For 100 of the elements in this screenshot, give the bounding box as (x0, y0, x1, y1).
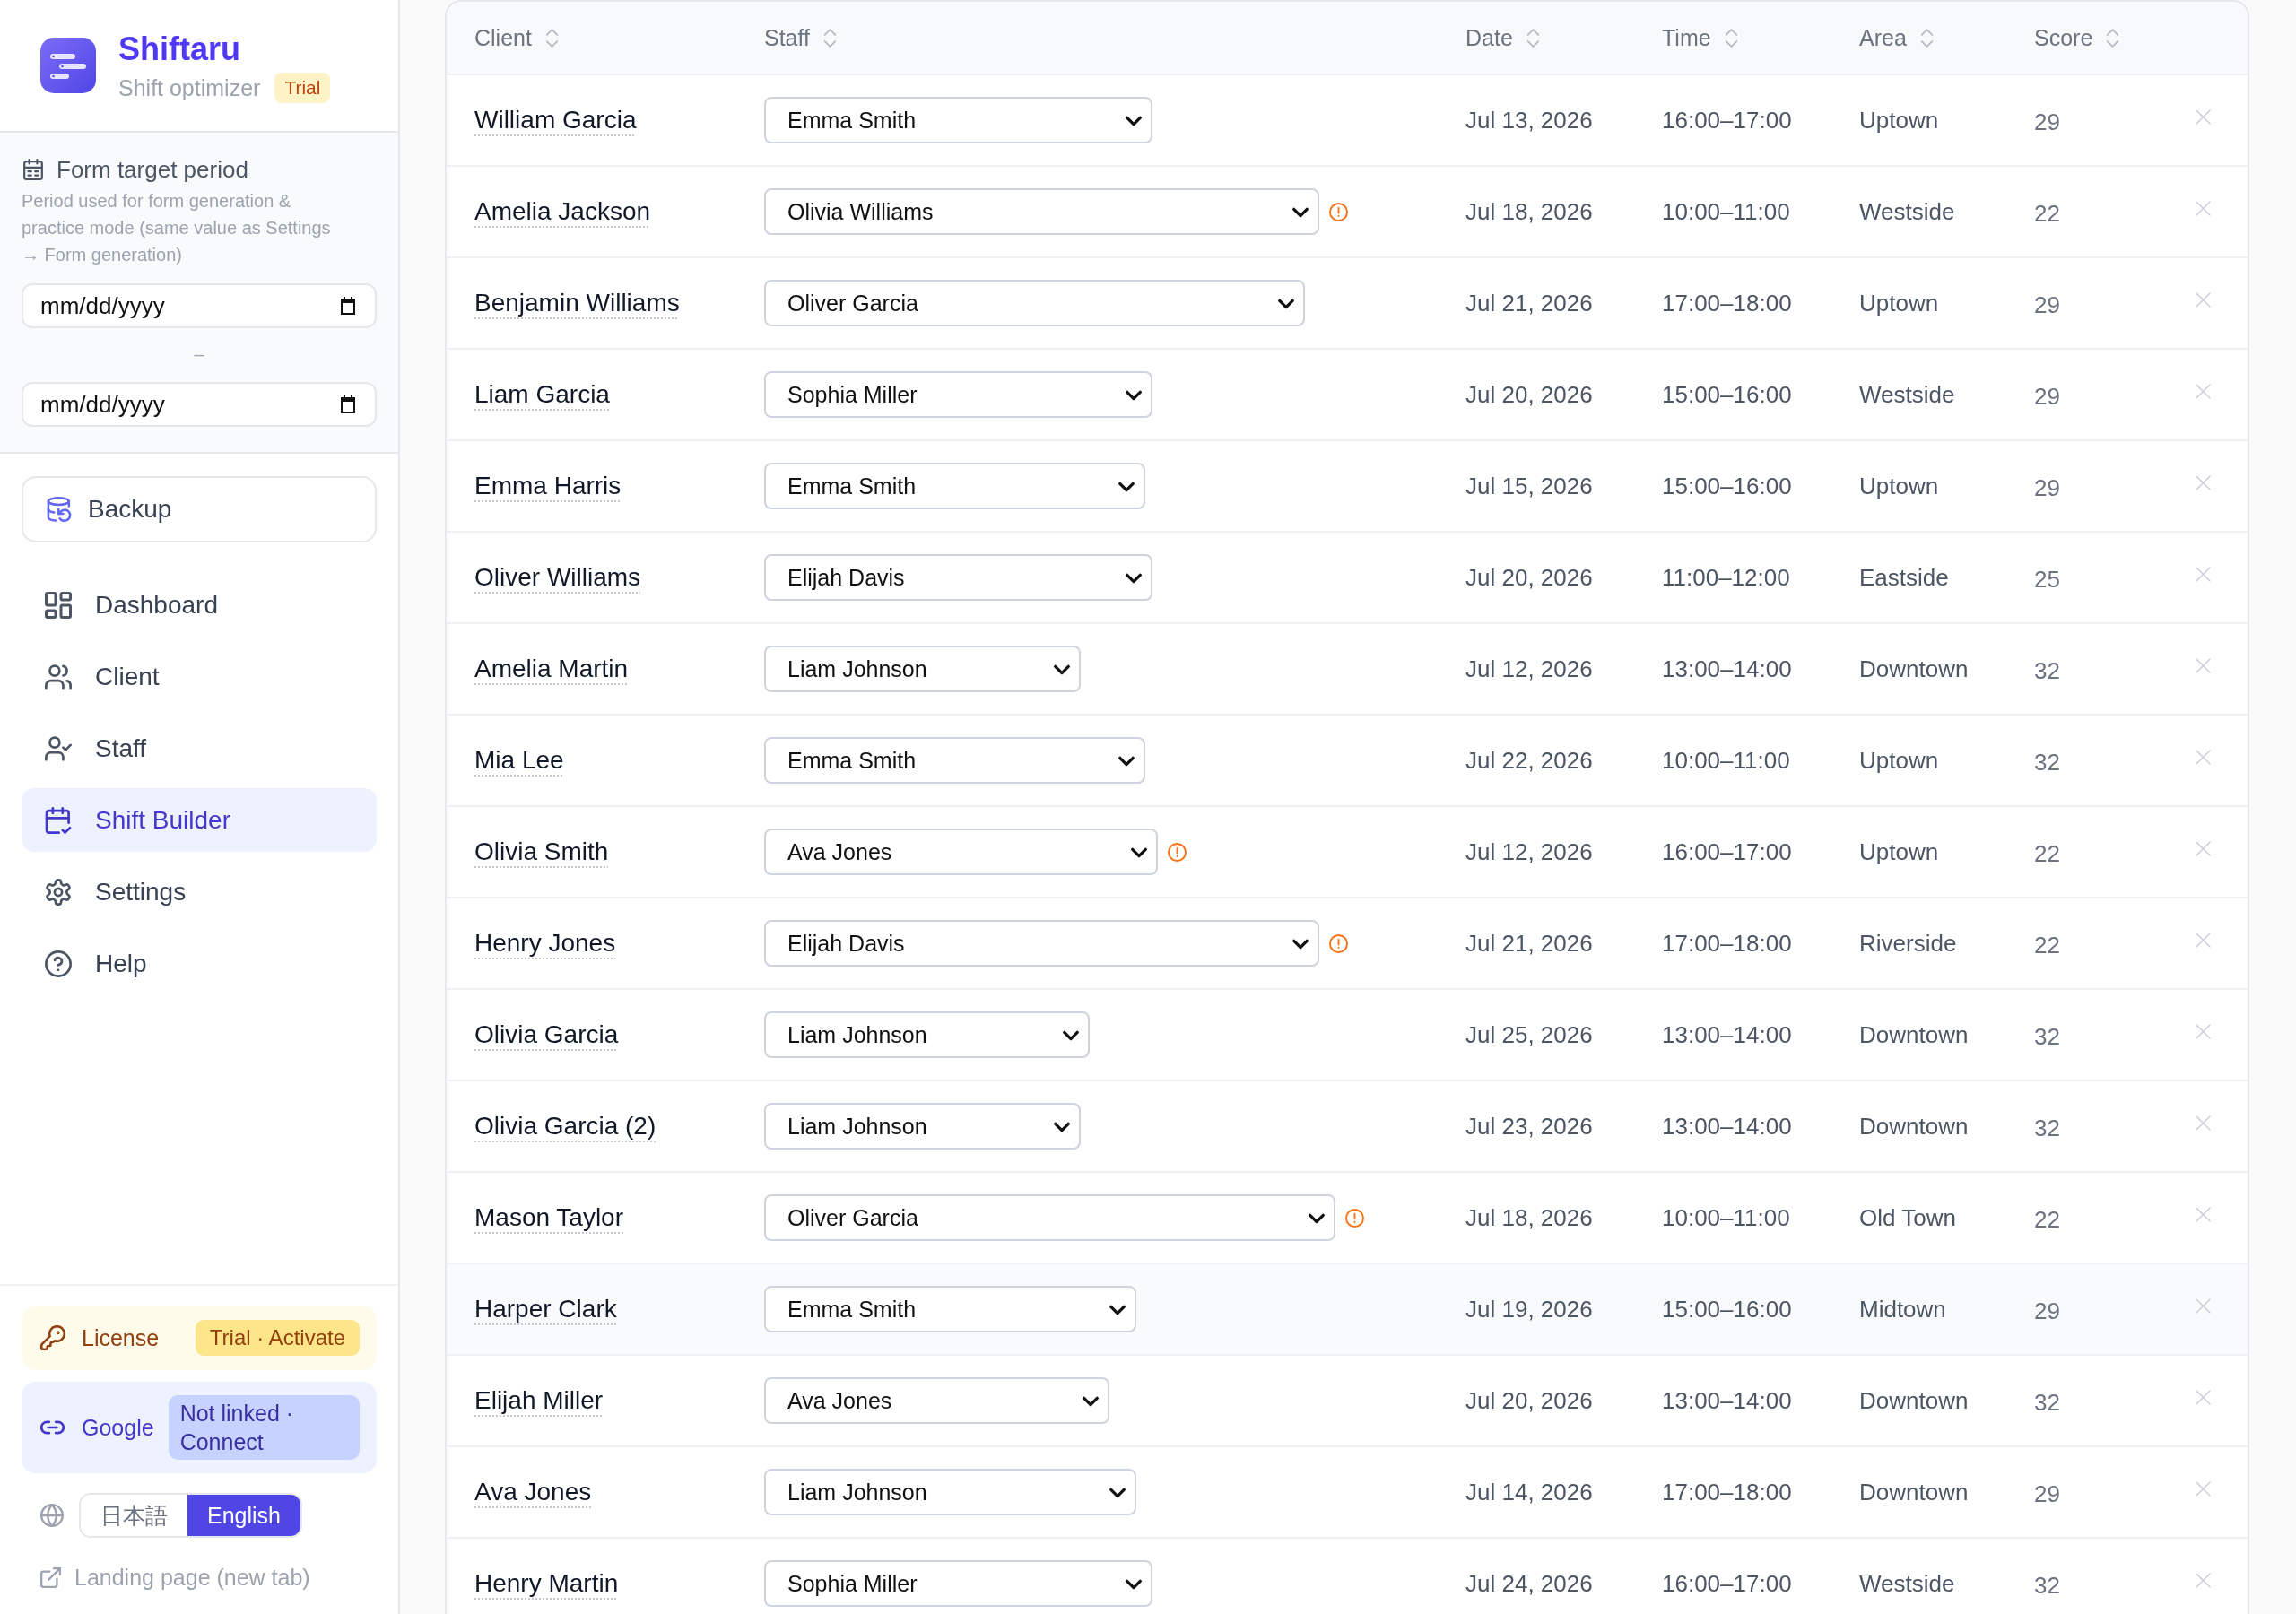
calendar-icon[interactable] (339, 297, 357, 315)
chevron-down-icon (1292, 937, 1309, 950)
close-icon[interactable] (2195, 108, 2211, 125)
staff-dropdown[interactable]: Emma Smith (764, 737, 1145, 784)
score-value: 29 (2034, 107, 2060, 137)
date-input[interactable]: mm/dd/yyyy (22, 283, 377, 328)
staff-dropdown[interactable]: Emma Smith (764, 1286, 1136, 1332)
shift-time: 16:00–17:00 (1662, 837, 1792, 867)
nav-item[interactable]: Shift Builder (22, 788, 377, 852)
shift-date: Jul 18, 2026 (1465, 1203, 1593, 1233)
staff-dropdown[interactable]: Elijah Davis (764, 920, 1319, 967)
client-name: Mason Taylor (474, 1202, 623, 1233)
score-value: 32 (2034, 1021, 2060, 1052)
close-icon[interactable] (2195, 200, 2211, 216)
staff-dropdown[interactable]: Emma Smith (764, 463, 1145, 509)
staff-dropdown[interactable]: Liam Johnson (764, 1011, 1090, 1058)
close-icon[interactable] (2195, 932, 2211, 948)
chevron-down-icon (1292, 205, 1309, 218)
staff-dropdown[interactable]: Liam Johnson (764, 1469, 1136, 1515)
app-tagline: Shift optimizer (118, 74, 261, 102)
chevron-down-icon (1118, 480, 1135, 492)
chevron-down-icon (1053, 1120, 1071, 1132)
score-value: 32 (2034, 1570, 2060, 1601)
close-icon[interactable] (2195, 657, 2211, 673)
close-icon[interactable] (2195, 840, 2211, 856)
app-logo (40, 38, 96, 93)
close-icon[interactable] (2195, 1206, 2211, 1222)
chevron-down-icon (1053, 663, 1071, 675)
area-name: Old Town (1859, 1203, 1956, 1233)
score-value: 25 (2034, 564, 2060, 594)
column-header[interactable]: Client (474, 23, 558, 52)
chevron-down-icon (1118, 754, 1135, 767)
close-icon[interactable] (2195, 1115, 2211, 1131)
close-icon[interactable] (2195, 383, 2211, 399)
area-name: Westside (1859, 1569, 1955, 1599)
column-header[interactable]: Date (1465, 23, 1539, 52)
shift-date: Jul 12, 2026 (1465, 837, 1593, 867)
staff-dropdown[interactable]: Olivia Williams (764, 188, 1319, 235)
close-icon[interactable] (2195, 291, 2211, 308)
license-panel[interactable]: License Trial · Activate (22, 1306, 377, 1370)
close-icon[interactable] (2195, 1023, 2211, 1039)
layout-grid-icon (45, 591, 72, 619)
nav-item[interactable]: Client (22, 645, 377, 708)
nav-item[interactable]: Help (22, 932, 377, 995)
score-value: 22 (2034, 838, 2060, 869)
staff-dropdown[interactable]: Liam Johnson (764, 646, 1081, 692)
shift-date: Jul 18, 2026 (1465, 197, 1593, 227)
staff-dropdown[interactable]: Liam Johnson (764, 1103, 1081, 1150)
close-icon[interactable] (2195, 1389, 2211, 1405)
column-header[interactable]: Score (2034, 23, 2119, 52)
nav-item[interactable]: Dashboard (22, 573, 377, 637)
staff-dropdown[interactable]: Oliver Garcia (764, 280, 1305, 326)
nav-item[interactable]: Staff (22, 716, 377, 780)
calendar-icon[interactable] (339, 395, 357, 413)
language-option[interactable]: English (187, 1495, 300, 1536)
staff-dropdown[interactable]: Elijah Davis (764, 554, 1152, 601)
google-panel[interactable]: Google Not linked · Connect (22, 1382, 377, 1473)
shift-date: Jul 21, 2026 (1465, 289, 1593, 318)
backup-button[interactable]: Backup (22, 476, 377, 542)
date-input[interactable]: mm/dd/yyyy (22, 382, 377, 427)
score-value: 22 (2034, 930, 2060, 960)
shift-time: 15:00–16:00 (1662, 472, 1792, 501)
shift-time: 17:00–18:00 (1662, 1478, 1792, 1507)
client-name: Elijah Miller (474, 1385, 604, 1416)
staff-dropdown[interactable]: Sophia Miller (764, 1560, 1152, 1607)
column-header[interactable]: Area (1859, 23, 1933, 52)
globe-icon (40, 1504, 64, 1527)
area-name: Uptown (1859, 289, 1939, 318)
staff-dropdown[interactable]: Ava Jones (764, 1377, 1109, 1424)
column-header[interactable]: Time (1662, 23, 1737, 52)
shift-time: 13:00–14:00 (1662, 1020, 1792, 1050)
staff-dropdown[interactable]: Oliver Garcia (764, 1194, 1335, 1241)
shift-date: Jul 21, 2026 (1465, 929, 1593, 959)
area-name: Uptown (1859, 472, 1939, 501)
user-check-icon (45, 734, 72, 762)
database-icon (47, 497, 72, 522)
close-icon[interactable] (2195, 1297, 2211, 1314)
close-icon[interactable] (2195, 1480, 2211, 1497)
nav-item[interactable]: Settings (22, 860, 377, 924)
staff-dropdown[interactable]: Ava Jones (764, 829, 1158, 875)
sort-icon (1920, 28, 1933, 48)
chevron-down-icon (1062, 1028, 1080, 1041)
chevron-down-icon (1125, 388, 1143, 401)
area-name: Westside (1859, 197, 1955, 227)
client-name: Olivia Garcia (2) (474, 1111, 657, 1141)
period-title: Form target period (57, 155, 248, 185)
staff-dropdown[interactable]: Emma Smith (764, 97, 1152, 143)
column-header[interactable]: Staff (764, 23, 836, 52)
shift-time: 10:00–11:00 (1662, 1203, 1790, 1233)
client-name: Olivia Garcia (474, 1020, 619, 1050)
staff-dropdown[interactable]: Sophia Miller (764, 371, 1152, 418)
score-value: 29 (2034, 473, 2060, 503)
close-icon[interactable] (2195, 1572, 2211, 1588)
close-icon[interactable] (2195, 566, 2211, 582)
score-value: 22 (2034, 198, 2060, 229)
sort-icon (1725, 28, 1737, 48)
close-icon[interactable] (2195, 749, 2211, 765)
area-name: Downtown (1859, 1478, 1969, 1507)
close-icon[interactable] (2195, 474, 2211, 490)
score-value: 32 (2034, 1113, 2060, 1143)
